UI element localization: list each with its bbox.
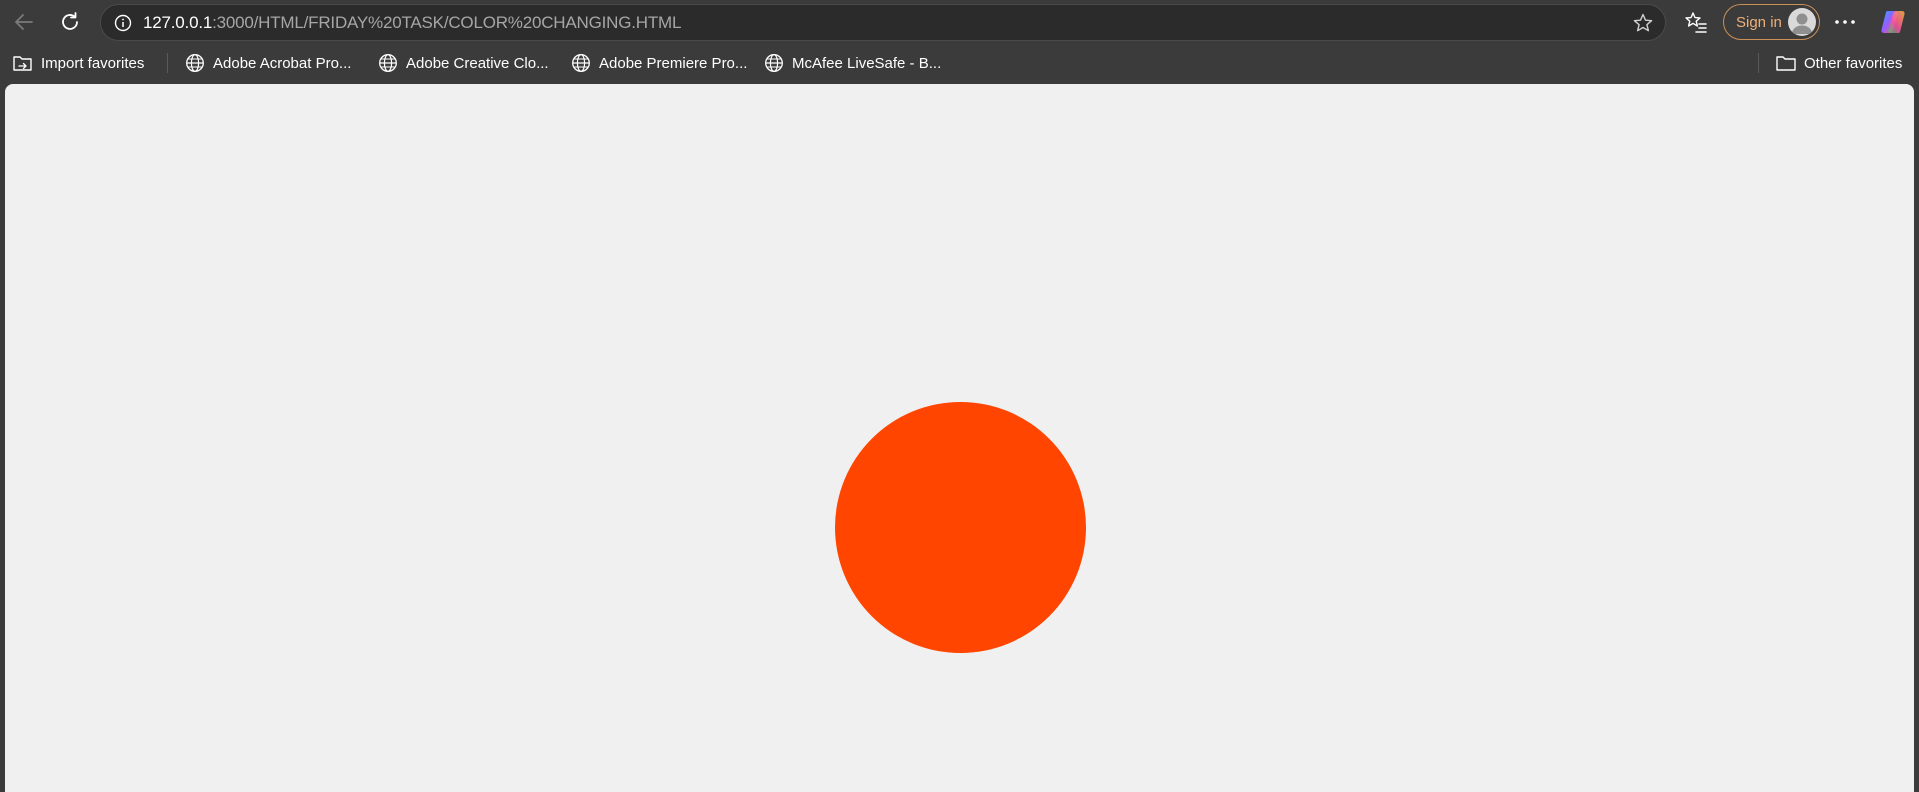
- favorite-adobe-premiere[interactable]: Adobe Premiere Pro...: [570, 49, 747, 77]
- more-options-button[interactable]: [1830, 8, 1860, 36]
- favorite-label: Import favorites: [41, 54, 145, 72]
- reload-icon: [62, 12, 78, 30]
- star-icon: [1633, 13, 1653, 32]
- favorite-adobe-creative-cloud[interactable]: Adobe Creative Clo...: [377, 49, 549, 77]
- copilot-icon: [1881, 11, 1905, 33]
- import-favorites-icon: [12, 52, 34, 74]
- reload-button[interactable]: [52, 6, 88, 38]
- avatar-icon: [1788, 8, 1816, 36]
- add-favorite-button[interactable]: [1631, 11, 1655, 35]
- globe-icon: [763, 52, 785, 74]
- globe-icon: [184, 52, 206, 74]
- sign-in-button[interactable]: Sign in: [1723, 4, 1820, 40]
- favorites-divider: [167, 53, 168, 73]
- globe-icon: [377, 52, 399, 74]
- favorite-label: Adobe Premiere Pro...: [599, 54, 748, 72]
- other-favorites-button[interactable]: Other favorites: [1775, 49, 1902, 77]
- browser-toolbar: 127.0.0.1:3000/HTML/FRIDAY%20TASK/COLOR%…: [0, 0, 1919, 43]
- back-arrow-icon: [15, 14, 33, 30]
- favorites-divider: [1758, 53, 1759, 73]
- other-favorites-label: Other favorites: [1804, 54, 1903, 72]
- url-path: :3000/HTML/FRIDAY%20TASK/COLOR%20CHANGIN…: [212, 13, 682, 32]
- favorite-adobe-acrobat[interactable]: Adobe Acrobat Pro...: [184, 49, 351, 77]
- url-host: 127.0.0.1: [143, 13, 213, 32]
- globe-icon: [570, 52, 592, 74]
- favorite-label: Adobe Acrobat Pro...: [213, 54, 352, 72]
- favorites-bar: Import favorites Adobe Acrobat Pro... Ad…: [0, 43, 1919, 84]
- favorites-star-list-icon: [1685, 12, 1707, 33]
- url-text[interactable]: 127.0.0.1:3000/HTML/FRIDAY%20TASK/COLOR%…: [143, 5, 681, 40]
- folder-icon: [1775, 52, 1797, 74]
- favorite-label: McAfee LiveSafe - B...: [792, 54, 942, 72]
- sign-in-label: Sign in: [1736, 13, 1782, 31]
- color-circle[interactable]: [835, 402, 1086, 653]
- favorite-import-favorites[interactable]: Import favorites: [12, 49, 144, 77]
- favorite-mcafee-livesafe[interactable]: McAfee LiveSafe - B...: [763, 49, 941, 77]
- page-viewport: [5, 84, 1914, 792]
- ellipsis-icon: [1835, 20, 1855, 24]
- favorites-button[interactable]: [1682, 8, 1710, 36]
- site-info-icon[interactable]: [113, 13, 133, 33]
- address-bar[interactable]: 127.0.0.1:3000/HTML/FRIDAY%20TASK/COLOR%…: [100, 4, 1666, 41]
- back-button[interactable]: [6, 6, 42, 38]
- favorite-label: Adobe Creative Clo...: [406, 54, 549, 72]
- copilot-button[interactable]: [1878, 7, 1908, 37]
